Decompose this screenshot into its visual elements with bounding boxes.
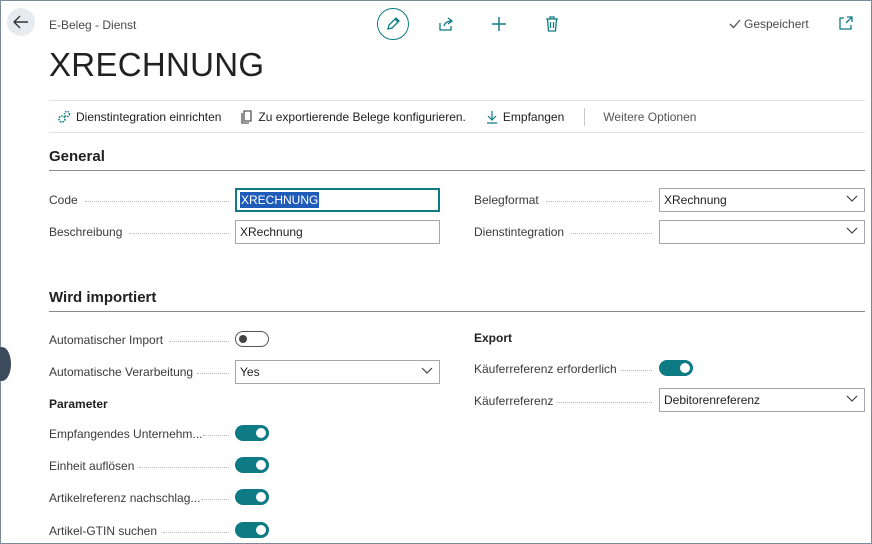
buyer-ref-label: Käuferreferenz xyxy=(474,394,554,408)
open-in-new-window-icon xyxy=(839,16,853,30)
buyer-ref-value: Debitorenreferenz xyxy=(664,393,761,407)
label-leader xyxy=(197,373,229,374)
action-setup-service-integration[interactable]: Dienstintegration einrichten xyxy=(57,110,221,124)
label-leader xyxy=(163,532,229,533)
label-leader xyxy=(201,499,229,500)
label-leader xyxy=(557,402,652,403)
top-toolbar xyxy=(377,8,568,40)
dienstintegration-select[interactable] xyxy=(659,220,865,244)
beschreibung-label: Beschreibung xyxy=(49,225,123,239)
section-title-general: General xyxy=(49,148,105,165)
belegformat-value: XRechnung xyxy=(664,193,727,207)
trash-icon xyxy=(546,16,558,32)
download-icon xyxy=(486,110,497,124)
action-label: Weitere Optionen xyxy=(603,109,697,124)
dienstintegration-label: Dienstintegration xyxy=(474,225,565,239)
code-value: XRECHNUNG xyxy=(240,192,320,208)
action-more-options[interactable]: Weitere Optionen xyxy=(603,110,696,124)
side-panel-handle[interactable] xyxy=(0,347,11,381)
param-label: Artikel-GTIN suchen xyxy=(49,524,158,538)
export-heading: Export xyxy=(474,331,513,345)
auto-import-label: Automatischer Import xyxy=(49,333,164,347)
page-frame: E-Beleg - Dienst Gespeichert XRECHNUNG D… xyxy=(0,0,872,544)
saved-status: Gespeichert xyxy=(729,17,809,31)
param-toggle-resolve-unit[interactable] xyxy=(235,457,269,473)
action-label: Zu exportierende Belege konfigurieren. xyxy=(258,109,466,124)
pencil-icon xyxy=(387,17,400,30)
buyer-ref-required-label: Käuferreferenz erforderlich xyxy=(474,362,617,376)
share-icon xyxy=(439,17,454,31)
document-copy-icon xyxy=(241,109,252,124)
label-leader xyxy=(129,233,229,234)
belegformat-select[interactable]: XRechnung xyxy=(659,188,865,212)
param-toggle-item-reference[interactable] xyxy=(235,489,269,505)
param-toggle-receiving-company[interactable] xyxy=(235,425,269,441)
label-leader xyxy=(571,233,652,234)
buyer-ref-select[interactable]: Debitorenreferenz xyxy=(659,388,865,412)
delete-button[interactable] xyxy=(536,8,568,40)
label-leader xyxy=(139,467,229,468)
beschreibung-field[interactable]: XRechnung xyxy=(235,220,440,244)
label-leader xyxy=(169,341,229,342)
share-button[interactable] xyxy=(430,8,462,40)
arrow-left-icon xyxy=(13,15,28,29)
open-new-window-button[interactable] xyxy=(839,16,853,33)
page-title: XRECHNUNG xyxy=(49,46,265,83)
new-button[interactable] xyxy=(483,8,515,40)
check-icon xyxy=(729,19,741,29)
action-receive[interactable]: Empfangen xyxy=(486,110,564,124)
action-label: Dienstintegration einrichten xyxy=(76,109,222,124)
param-label: Empfangendes Unternehm... xyxy=(49,427,203,441)
auto-processing-value: Yes xyxy=(240,365,260,379)
breadcrumb: E-Beleg - Dienst xyxy=(49,18,137,32)
chevron-down-icon xyxy=(421,367,433,374)
label-leader xyxy=(621,370,652,371)
auto-import-toggle[interactable] xyxy=(235,331,269,347)
action-divider xyxy=(584,107,586,126)
section-divider xyxy=(49,311,865,312)
chevron-down-icon xyxy=(846,395,858,402)
chevron-down-icon xyxy=(846,227,858,234)
edit-button[interactable] xyxy=(377,8,409,40)
action-configure-documents[interactable]: Zu exportierende Belege konfigurieren. xyxy=(241,109,466,124)
label-leader xyxy=(203,435,229,436)
buyer-ref-required-toggle[interactable] xyxy=(659,360,693,376)
parameter-heading: Parameter xyxy=(49,397,108,411)
code-label: Code xyxy=(49,193,78,207)
param-label: Artikelreferenz nachschlag... xyxy=(49,491,201,505)
action-bar: Dienstintegration einrichten Zu exportie… xyxy=(49,100,865,133)
section-title-imported: Wird importiert xyxy=(49,289,157,306)
action-label: Empfangen xyxy=(502,109,565,124)
param-toggle-item-gtin[interactable] xyxy=(235,522,269,538)
section-divider xyxy=(49,170,865,171)
beschreibung-value: XRechnung xyxy=(240,225,303,239)
label-leader xyxy=(546,201,652,202)
gears-icon xyxy=(58,110,71,123)
chevron-down-icon xyxy=(846,195,858,202)
belegformat-label: Belegformat xyxy=(474,193,539,207)
label-leader xyxy=(85,201,229,202)
code-field[interactable]: XRECHNUNG xyxy=(235,188,440,212)
auto-processing-label: Automatische Verarbeitung xyxy=(49,365,194,379)
saved-label: Gespeichert xyxy=(744,17,809,31)
auto-processing-select[interactable]: Yes xyxy=(235,360,440,384)
back-button[interactable] xyxy=(7,8,35,36)
plus-icon xyxy=(492,17,506,31)
param-label: Einheit auflösen xyxy=(49,459,135,473)
